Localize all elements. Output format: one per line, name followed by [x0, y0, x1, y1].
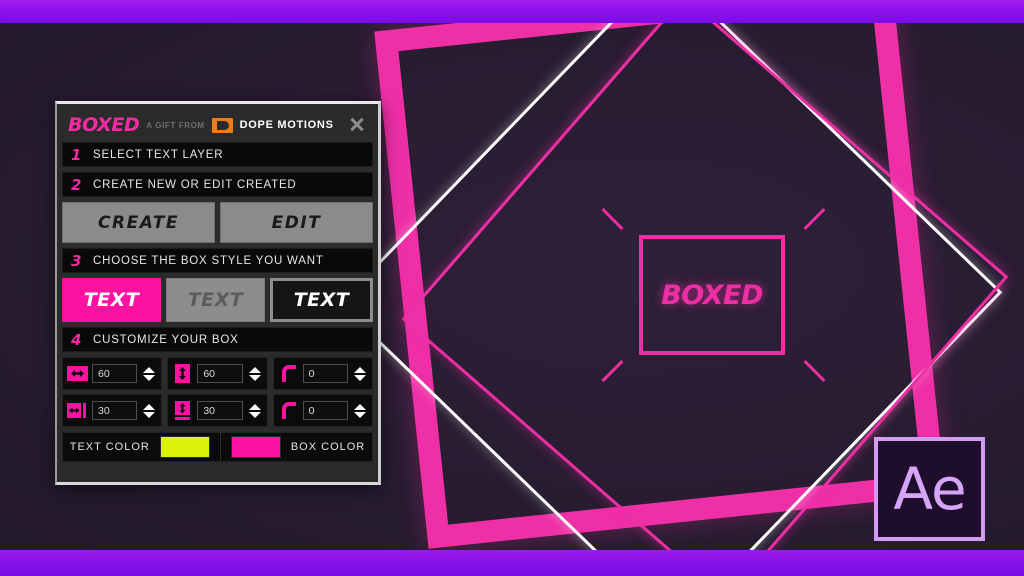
stepper-corner-radius-top: 0: [272, 357, 373, 390]
boxed-script-panel: BOXED A GIFT FROM DOPE MOTIONS 1 SELECT …: [55, 101, 381, 485]
box-style-option-gray[interactable]: TEXT: [166, 278, 265, 322]
step-label-2: CREATE NEW OR EDIT CREATED: [93, 178, 297, 191]
stepper-vertical-offset: 30: [167, 394, 268, 427]
vertical-offset-spinner[interactable]: [247, 400, 263, 421]
step-row-3: 3 CHOOSE THE BOX STYLE YOU WANT: [62, 248, 373, 273]
text-color-swatch[interactable]: [159, 436, 210, 458]
stepper-horizontal-offset: 30: [62, 394, 163, 427]
dope-motions-label: DOPE MOTIONS: [239, 119, 334, 131]
corner-radius-bottom-value[interactable]: 0: [302, 401, 348, 420]
screenshot-stage: BOXED Ae BOXED A GIFT FROM DOPE MOTIONS …: [0, 0, 1024, 576]
horizontal-offset-spinner[interactable]: [141, 400, 157, 421]
dope-motions-logo-icon: [211, 117, 233, 133]
vertical-padding-icon: [172, 364, 193, 383]
after-effects-logo-label: Ae: [893, 455, 966, 523]
color-row-divider: [219, 433, 221, 461]
horizontal-offset-value[interactable]: 30: [92, 401, 138, 420]
action-button-row: CREATE EDIT: [62, 202, 373, 243]
corner-radius-bottom-spinner[interactable]: [352, 400, 368, 421]
create-button[interactable]: CREATE: [62, 202, 215, 243]
step-label-1: SELECT TEXT LAYER: [93, 148, 224, 161]
color-row: TEXT COLOR BOX COLOR: [62, 432, 373, 462]
corner-radius-icon: [278, 401, 299, 420]
text-color-label: TEXT COLOR: [69, 441, 150, 453]
horizontal-padding-icon: [67, 364, 88, 383]
corner-radius-icon: [278, 364, 299, 383]
panel-gift-from-label: A GIFT FROM: [146, 120, 205, 130]
step-row-4: 4 CUSTOMIZE YOUR BOX: [62, 327, 373, 352]
boxed-preview-text: BOXED: [661, 279, 763, 311]
box-color-swatch[interactable]: [230, 436, 281, 458]
step-label-4: CUSTOMIZE YOUR BOX: [93, 333, 239, 346]
step-number-1: 1: [71, 145, 82, 164]
horizontal-padding-value[interactable]: 60: [92, 364, 138, 383]
step-number-2: 2: [71, 175, 82, 194]
boxed-preview-box: BOXED: [639, 235, 785, 355]
corner-radius-top-spinner[interactable]: [352, 363, 368, 384]
horizontal-padding-spinner[interactable]: [141, 363, 157, 384]
step-label-3: CHOOSE THE BOX STYLE YOU WANT: [93, 254, 324, 267]
corner-radius-top-value[interactable]: 0: [302, 364, 348, 383]
vertical-offset-value[interactable]: 30: [197, 401, 243, 420]
stepper-vertical-padding: 60: [167, 357, 268, 390]
box-style-option-filled[interactable]: TEXT: [62, 278, 161, 322]
panel-header: BOXED A GIFT FROM DOPE MOTIONS: [62, 108, 373, 142]
box-style-selector: TEXT TEXT TEXT: [62, 278, 373, 322]
close-icon[interactable]: [347, 115, 367, 135]
box-color-label: BOX COLOR: [290, 441, 366, 453]
step-row-2: 2 CREATE NEW OR EDIT CREATED: [62, 172, 373, 197]
customize-stepper-grid: 60 60 0 30 30 0: [62, 357, 373, 427]
stepper-horizontal-padding: 60: [62, 357, 163, 390]
frame-bar-bottom: [0, 550, 1024, 576]
frame-bar-top: [0, 0, 1024, 23]
step-number-4: 4: [71, 330, 82, 349]
box-style-option-outline[interactable]: TEXT: [270, 278, 373, 322]
vertical-offset-icon: [172, 401, 193, 420]
vertical-padding-spinner[interactable]: [247, 363, 263, 384]
vertical-padding-value[interactable]: 60: [197, 364, 243, 383]
panel-brand-title: BOXED: [68, 114, 140, 136]
step-number-3: 3: [71, 251, 82, 270]
stepper-corner-radius-bottom: 0: [272, 394, 373, 427]
horizontal-offset-icon: [67, 401, 88, 420]
after-effects-logo: Ae: [874, 437, 985, 541]
step-row-1: 1 SELECT TEXT LAYER: [62, 142, 373, 167]
edit-button[interactable]: EDIT: [220, 202, 373, 243]
